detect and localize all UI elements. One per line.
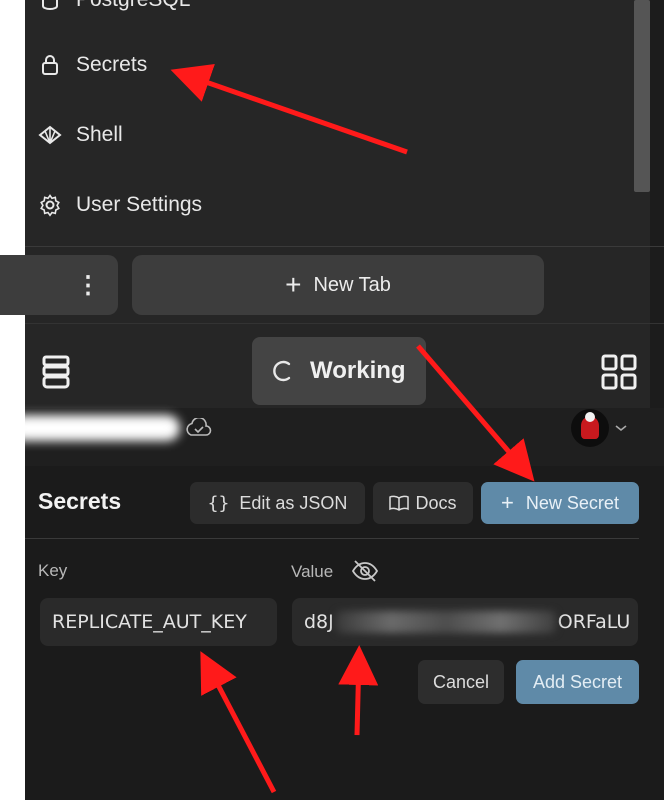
- annotation-arrow-new-secret: [416, 344, 535, 482]
- annotation-arrow-secrets: [170, 63, 408, 155]
- annotation-arrow-key: [200, 651, 277, 794]
- annotation-arrow-value: [338, 645, 379, 736]
- annotation-overlay: [170, 63, 535, 794]
